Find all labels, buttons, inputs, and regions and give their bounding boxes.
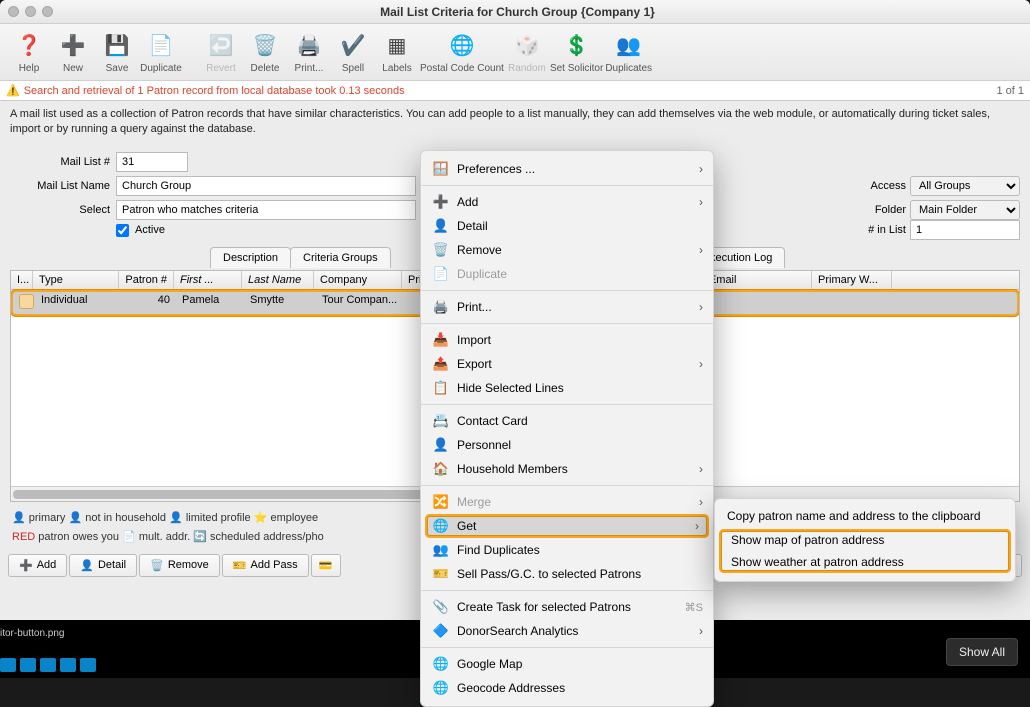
- menu-import[interactable]: 📥Import: [421, 328, 713, 352]
- col-first[interactable]: First ...: [174, 271, 242, 289]
- tab-description[interactable]: Description: [210, 247, 291, 268]
- spell-button[interactable]: ✔️Spell: [332, 30, 374, 74]
- detail-button[interactable]: 👤 Detail: [69, 554, 137, 577]
- revert-button[interactable]: ↩️Revert: [200, 30, 242, 74]
- active-checkbox[interactable]: [116, 224, 129, 237]
- submenu-show-map[interactable]: Show map of patron address: [719, 529, 1011, 551]
- numinlist-input[interactable]: [910, 220, 1020, 240]
- context-menu: 🪟Preferences ...› ➕Add› 👤Detail 🗑️Remove…: [420, 150, 714, 707]
- close-icon[interactable]: [8, 6, 19, 17]
- maillist-num-label: Mail List #: [10, 156, 110, 168]
- maillist-name-input[interactable]: [116, 176, 416, 196]
- status-bar: ⚠️ Search and retrieval of 1 Patron reco…: [0, 81, 1030, 101]
- menu-detail[interactable]: 👤Detail: [421, 214, 713, 238]
- folder-icon[interactable]: [60, 658, 76, 672]
- add-button[interactable]: ➕ Add: [8, 554, 67, 577]
- folder-icon[interactable]: [80, 658, 96, 672]
- menu-add[interactable]: ➕Add›: [421, 190, 713, 214]
- active-label: Active: [135, 224, 165, 236]
- remove-button[interactable]: 🗑️ Remove: [139, 554, 220, 577]
- submenu-show-weather[interactable]: Show weather at patron address: [719, 551, 1011, 573]
- window-title: Mail List Criteria for Church Group {Com…: [53, 5, 982, 19]
- menu-export[interactable]: 📤Export›: [421, 352, 713, 376]
- random-button[interactable]: 🎲Random: [506, 30, 548, 74]
- print-button[interactable]: 🖨️Print...: [288, 30, 330, 74]
- col-type[interactable]: Type: [33, 271, 119, 289]
- set-solicitor-button[interactable]: 💲Set Solicitor: [550, 30, 603, 74]
- zoom-icon[interactable]: [42, 6, 53, 17]
- traffic-lights: [8, 6, 53, 17]
- menu-personnel[interactable]: 👤Personnel: [421, 433, 713, 457]
- warning-icon: ⚠️: [6, 84, 20, 97]
- folder-icon[interactable]: [20, 658, 36, 672]
- folder-icon[interactable]: [0, 658, 16, 672]
- new-button[interactable]: ➕New: [52, 30, 94, 74]
- col-web[interactable]: Primary W...: [812, 271, 892, 289]
- titlebar: Mail List Criteria for Church Group {Com…: [0, 0, 1030, 24]
- menu-sell-pass[interactable]: 🎫Sell Pass/G.C. to selected Patrons: [421, 562, 713, 586]
- dock-file-label: itor-button.png: [0, 628, 65, 639]
- menu-create-task[interactable]: 📎Create Task for selected Patrons⌘S: [421, 595, 713, 619]
- labels-button[interactable]: ▦Labels: [376, 30, 418, 74]
- patron-icon: [19, 294, 34, 309]
- menu-google-map[interactable]: 🌐Google Map: [421, 652, 713, 676]
- help-button[interactable]: ❓Help: [8, 30, 50, 74]
- folder-select[interactable]: Main Folder: [910, 200, 1020, 220]
- toolbar: ❓Help ➕New 💾Save 📄Duplicate ↩️Revert 🗑️D…: [0, 24, 1030, 81]
- col-icon[interactable]: I...: [11, 271, 33, 289]
- menu-geocode[interactable]: 🌐Geocode Addresses: [421, 676, 713, 700]
- menu-merge: 🔀Merge›: [421, 490, 713, 514]
- more-button[interactable]: 💳: [311, 554, 341, 577]
- record-count: 1 of 1: [996, 85, 1024, 97]
- get-submenu: Copy patron name and address to the clip…: [714, 498, 1016, 582]
- postal-count-button[interactable]: 🌐Postal Code Count: [420, 30, 504, 74]
- delete-button[interactable]: 🗑️Delete: [244, 30, 286, 74]
- submenu-copy-address[interactable]: Copy patron name and address to the clip…: [715, 505, 1015, 527]
- col-patron[interactable]: Patron #: [119, 271, 174, 289]
- menu-find-duplicates[interactable]: 👥Find Duplicates: [421, 538, 713, 562]
- description-text: A mail list used as a collection of Patr…: [0, 101, 1030, 144]
- folder-label: Folder: [875, 204, 906, 216]
- menu-duplicate: 📄Duplicate: [421, 262, 713, 286]
- folder-icon[interactable]: [40, 658, 56, 672]
- tab-criteria-groups[interactable]: Criteria Groups: [290, 247, 391, 268]
- select-label: Select: [10, 204, 110, 216]
- maillist-name-label: Mail List Name: [10, 180, 110, 192]
- menu-contact-card[interactable]: 📇Contact Card: [421, 409, 713, 433]
- col-company[interactable]: Company: [314, 271, 402, 289]
- menu-get[interactable]: 🌐Get›: [425, 514, 709, 538]
- show-all-button[interactable]: Show All: [946, 638, 1018, 666]
- menu-preferences[interactable]: 🪟Preferences ...›: [421, 157, 713, 181]
- dock-icons: [0, 658, 96, 672]
- add-pass-button[interactable]: 🎫 Add Pass: [222, 554, 309, 577]
- col-last[interactable]: Last Name: [242, 271, 314, 289]
- menu-remove[interactable]: 🗑️Remove›: [421, 238, 713, 262]
- access-label: Access: [871, 180, 906, 192]
- menu-household[interactable]: 🏠Household Members›: [421, 457, 713, 481]
- access-select[interactable]: All Groups: [910, 176, 1020, 196]
- menu-hide[interactable]: 📋Hide Selected Lines: [421, 376, 713, 400]
- duplicate-button[interactable]: 📄Duplicate: [140, 30, 182, 74]
- maillist-num-input[interactable]: [116, 152, 188, 172]
- select-input[interactable]: [116, 200, 416, 220]
- menu-donorsearch[interactable]: 🔷DonorSearch Analytics›: [421, 619, 713, 643]
- save-button[interactable]: 💾Save: [96, 30, 138, 74]
- numinlist-label: # in List: [868, 224, 906, 236]
- status-text: Search and retrieval of 1 Patron record …: [24, 85, 997, 97]
- minimize-icon[interactable]: [25, 6, 36, 17]
- duplicates-button[interactable]: 👥Duplicates: [605, 30, 652, 74]
- menu-print[interactable]: 🖨️Print...›: [421, 295, 713, 319]
